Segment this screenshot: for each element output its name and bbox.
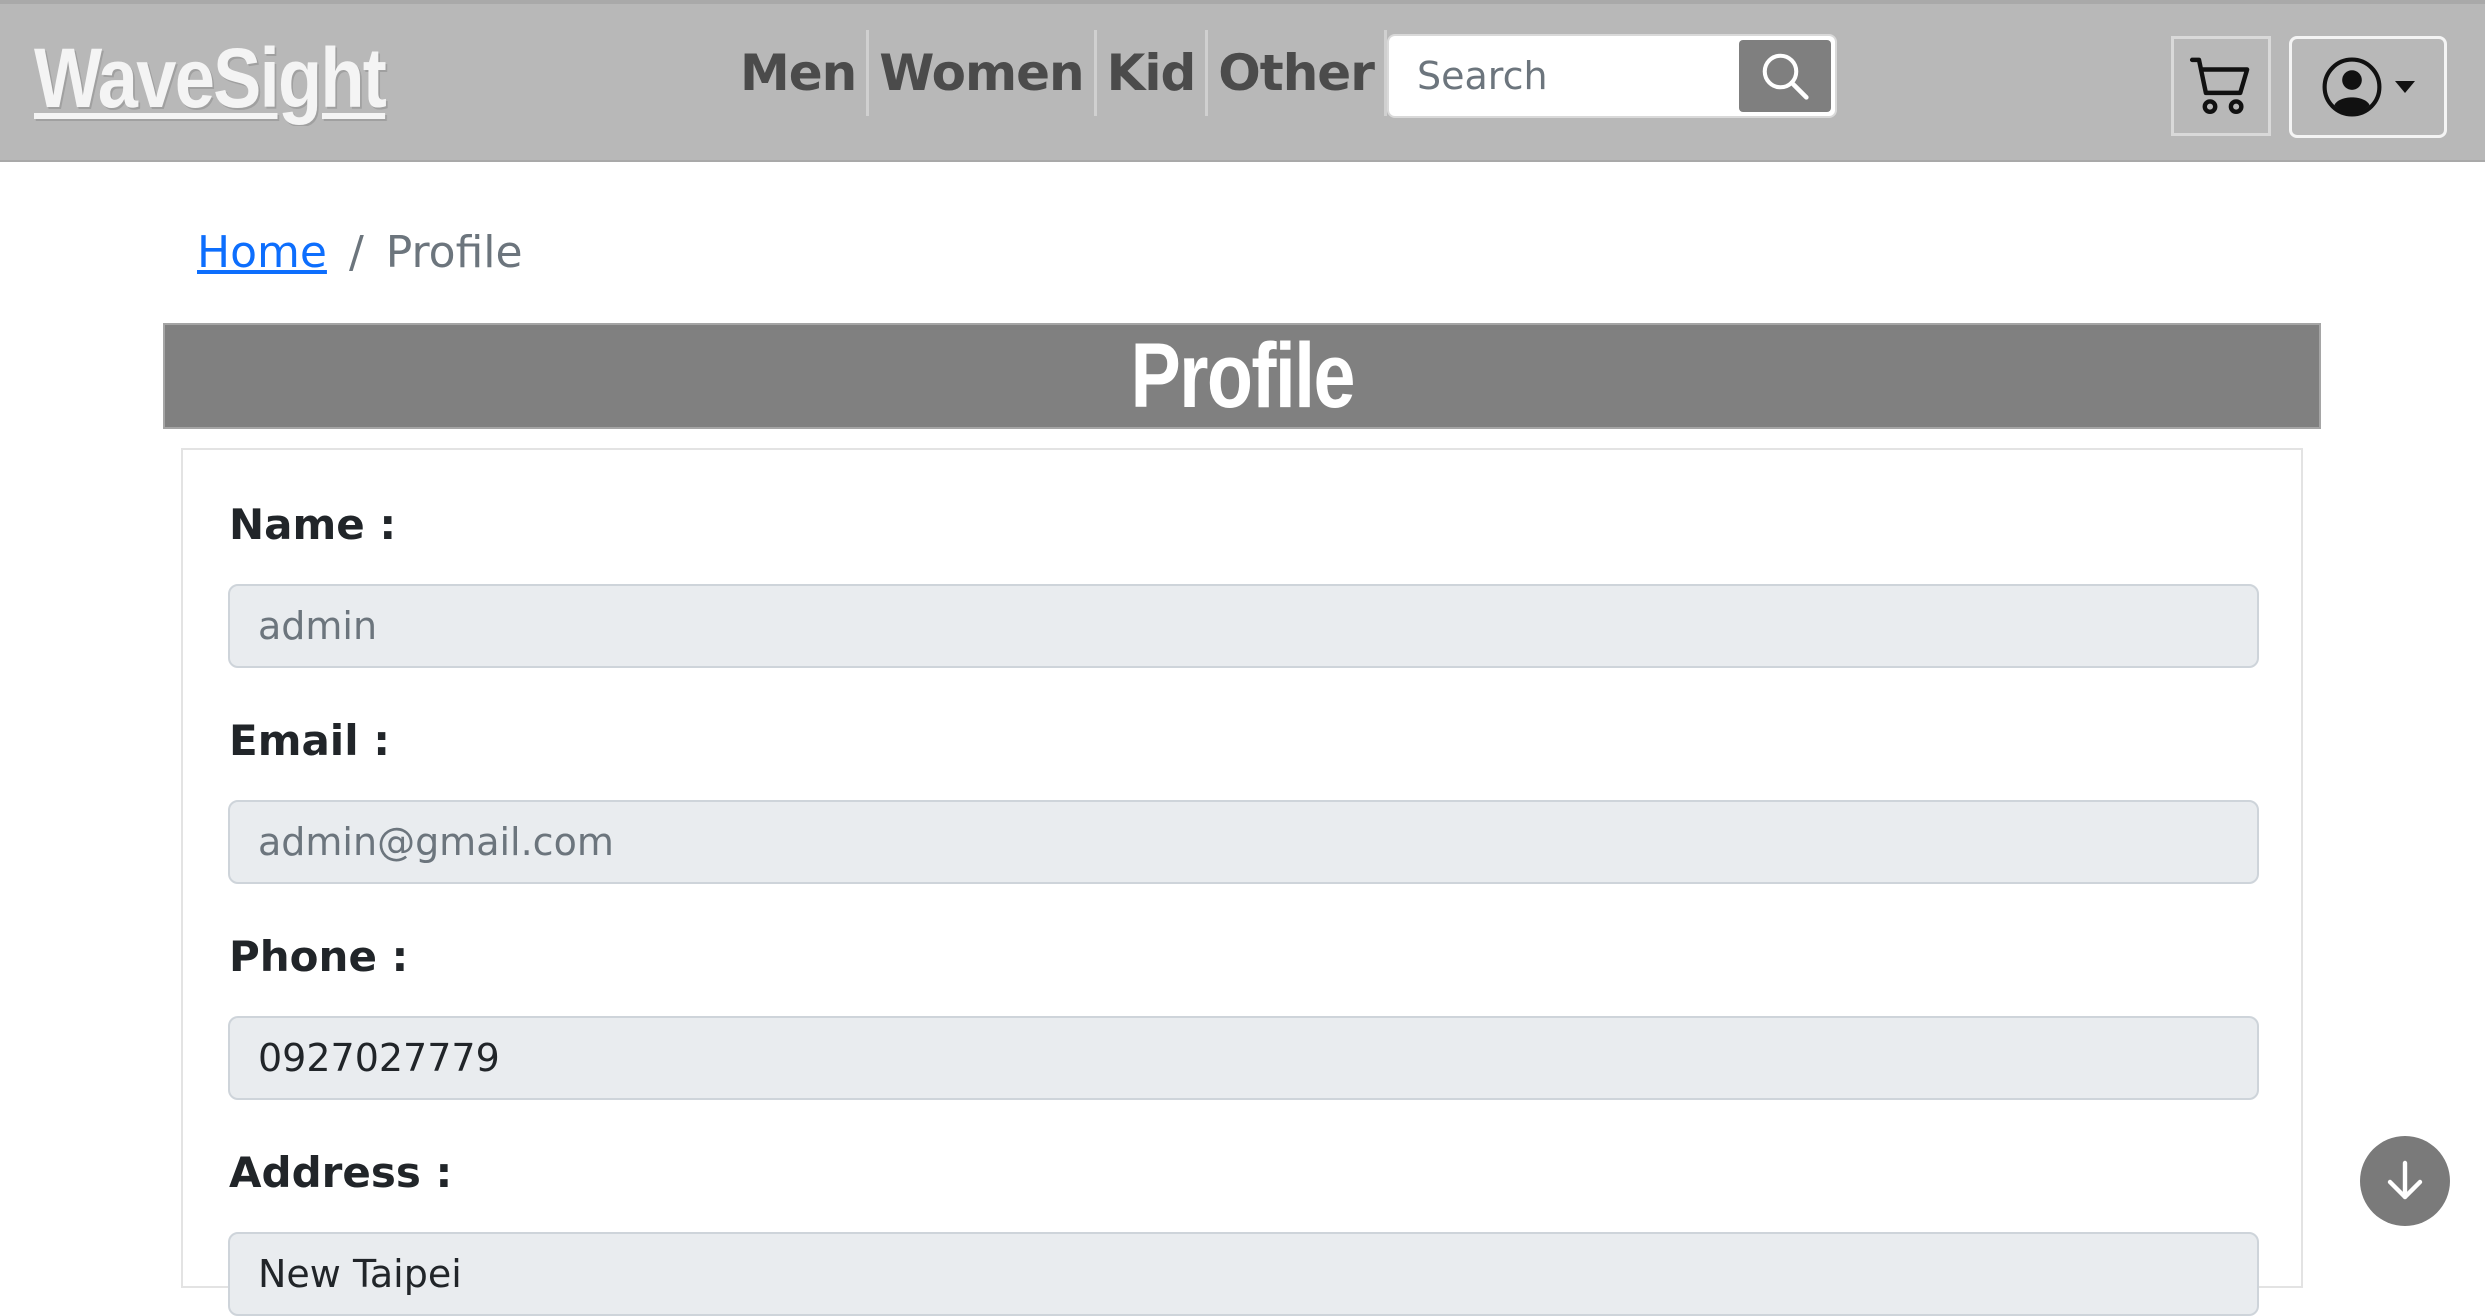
scroll-down-button[interactable]	[2360, 1136, 2450, 1226]
address-label: Address :	[229, 1148, 453, 1197]
nav-item-other[interactable]: Other	[1208, 30, 1387, 116]
phone-label: Phone :	[229, 932, 409, 981]
page-title-bar: Profile	[163, 323, 2321, 429]
nav-item-women[interactable]: Women	[869, 30, 1097, 116]
search-input[interactable]	[1389, 36, 1739, 116]
breadcrumb-home-link[interactable]: Home	[197, 227, 327, 278]
email-field[interactable]	[228, 800, 2259, 884]
user-circle-icon	[2322, 57, 2382, 117]
nav-item-kid[interactable]: Kid	[1097, 30, 1209, 116]
email-label: Email :	[229, 716, 391, 765]
nav-item-men[interactable]: Men	[730, 30, 870, 116]
category-nav: Men Women Kid Other	[730, 30, 1387, 116]
profile-form-card: Name : Email : Phone : Address :	[181, 448, 2303, 1316]
user-menu-button[interactable]	[2289, 36, 2447, 138]
phone-field[interactable]	[228, 1016, 2259, 1100]
page-title: Profile	[1130, 324, 1355, 427]
name-label: Name :	[229, 500, 397, 549]
breadcrumb-separator: /	[348, 226, 364, 278]
caret-down-icon	[2395, 81, 2415, 93]
breadcrumb: Home / Profile	[197, 222, 523, 282]
search-box	[1387, 34, 1837, 118]
brand-logo[interactable]: WaveSight	[34, 28, 387, 128]
arrow-down-icon	[2387, 1160, 2423, 1200]
cart-button[interactable]	[2171, 36, 2271, 136]
breadcrumb-current: Profile	[385, 226, 523, 278]
top-navbar: WaveSight Men Women Kid Other	[0, 0, 2485, 162]
name-field[interactable]	[228, 584, 2259, 668]
search-button[interactable]	[1739, 40, 1831, 112]
search-icon	[1762, 53, 1809, 100]
cart-icon	[2189, 57, 2250, 115]
address-field[interactable]	[228, 1232, 2259, 1316]
